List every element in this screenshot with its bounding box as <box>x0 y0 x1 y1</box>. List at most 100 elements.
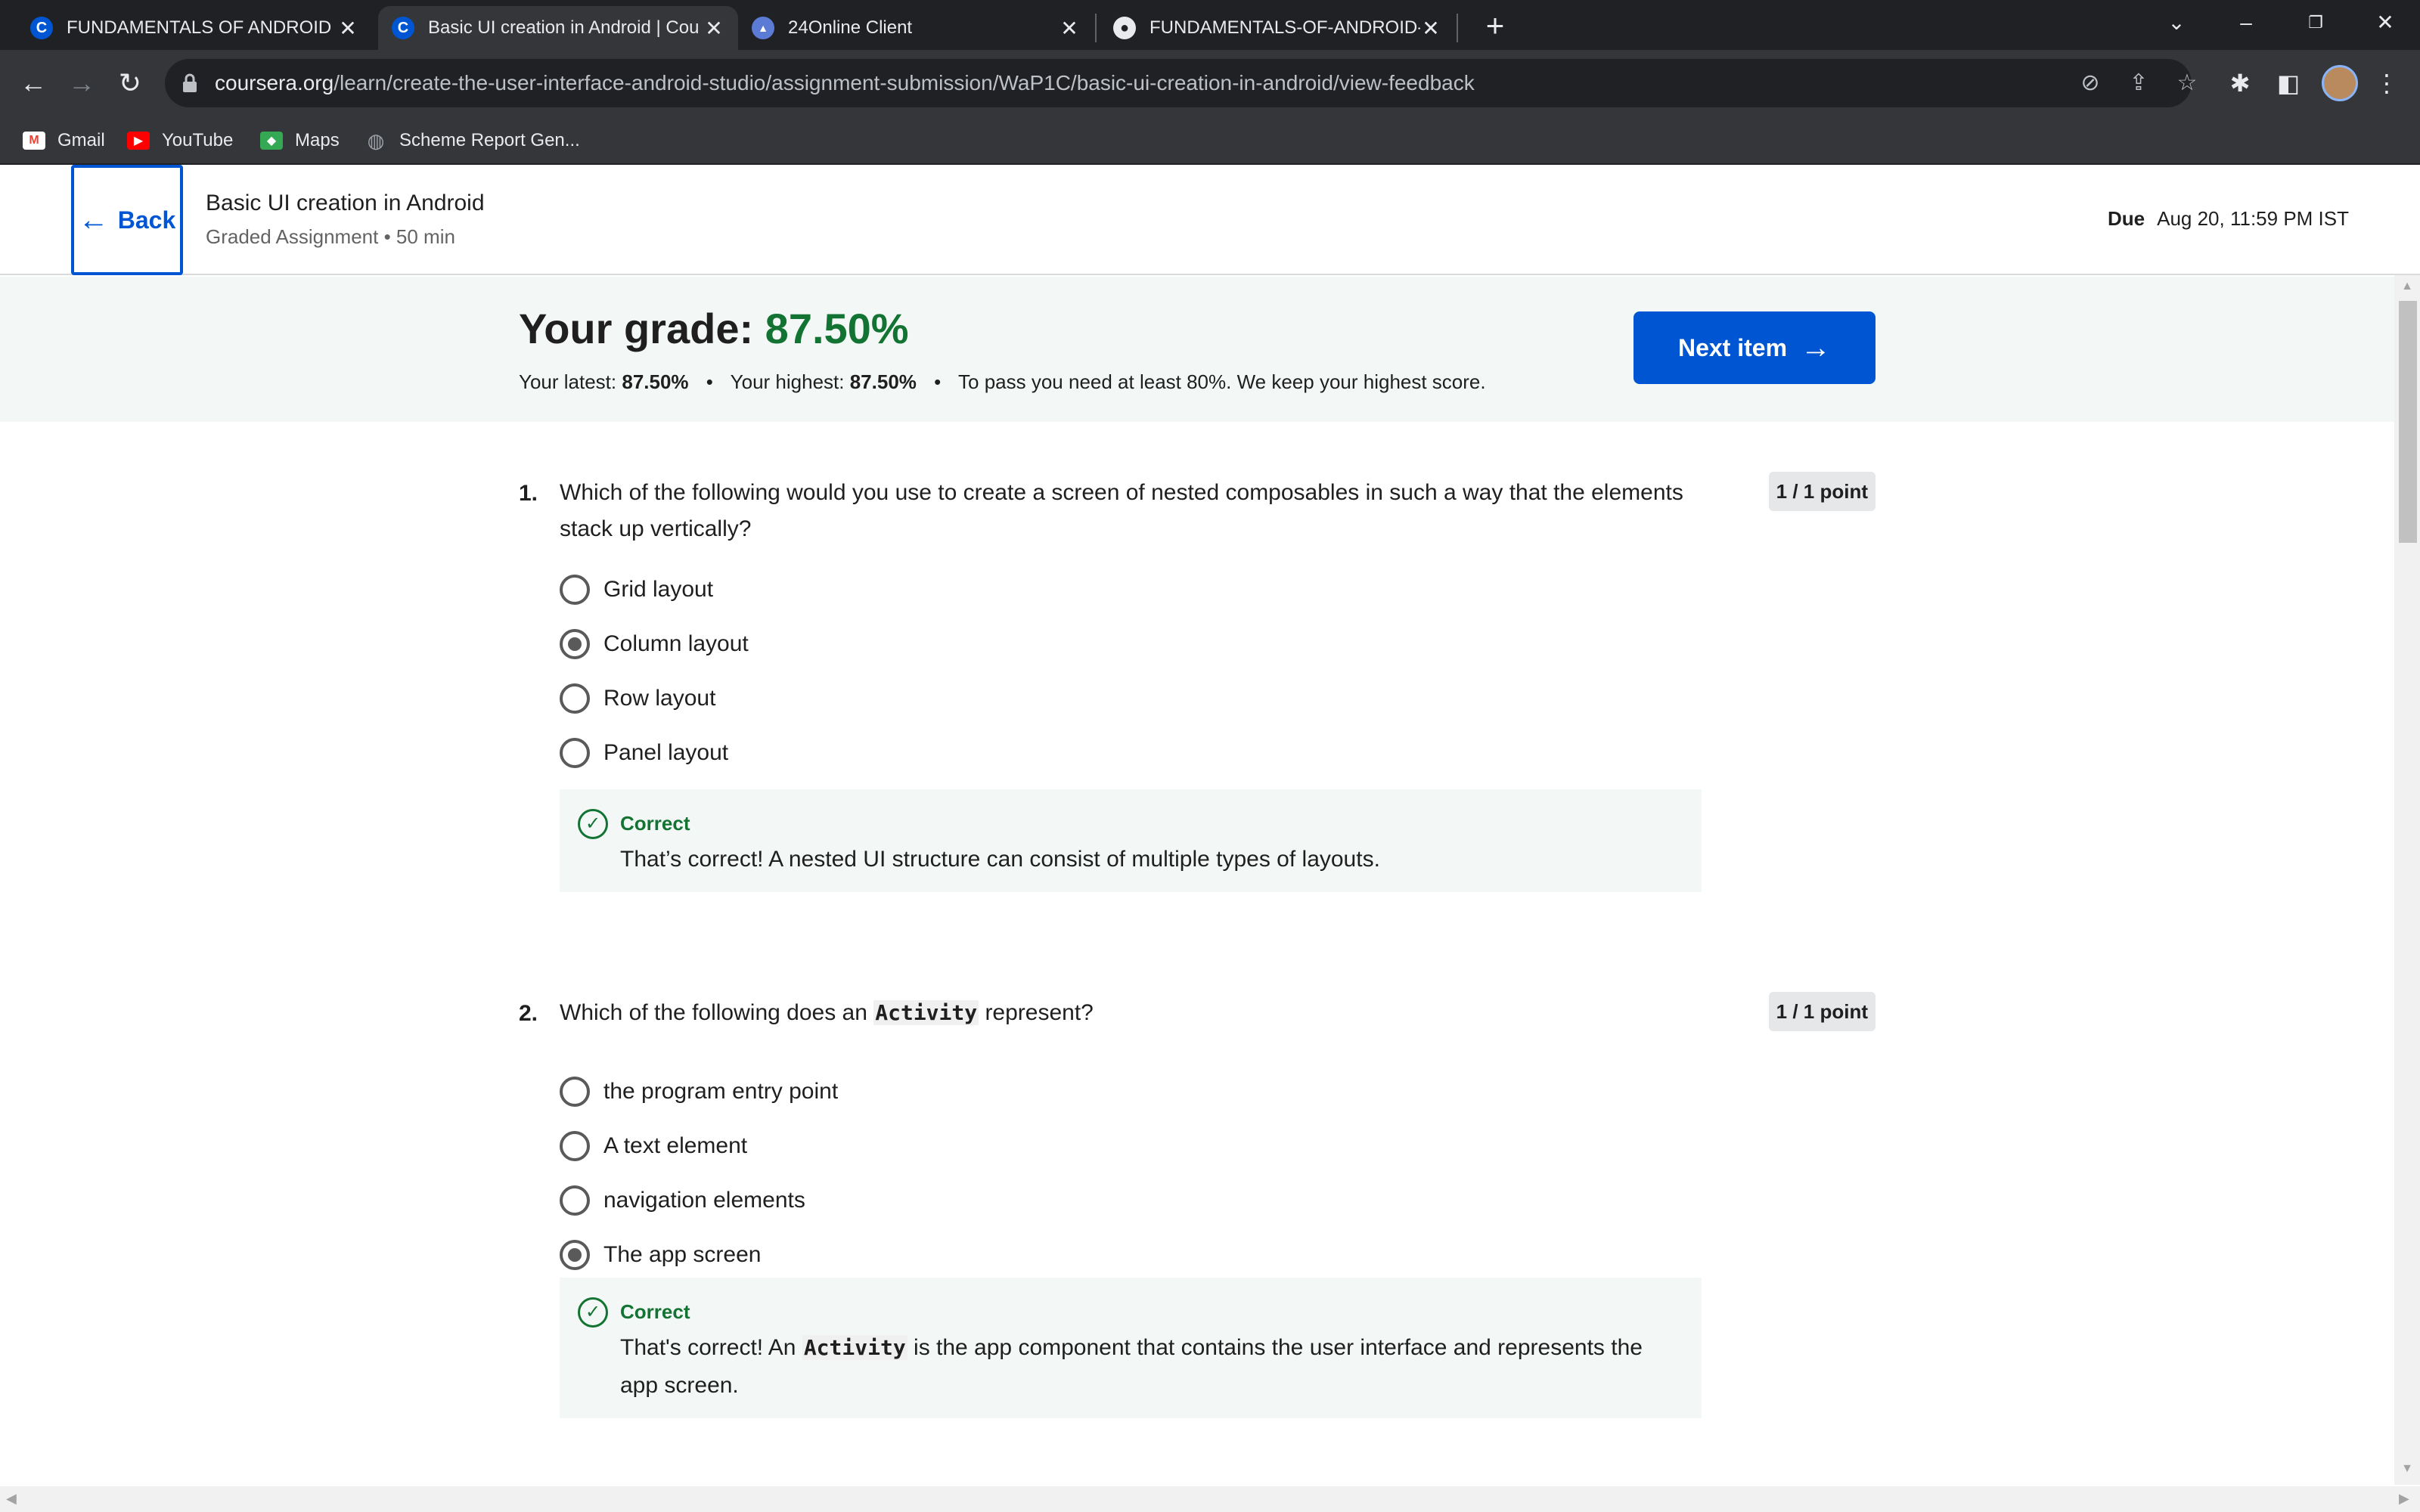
option-label: Column layout <box>603 631 749 656</box>
close-tab-icon[interactable]: ✕ <box>1420 16 1441 41</box>
back-label: Back <box>117 206 176 234</box>
question-text: Which of the following would you use to … <box>560 480 1683 541</box>
question-1: 1. Which of the following would you use … <box>519 472 1876 892</box>
reload-icon[interactable]: ↻ <box>109 62 151 104</box>
tab-fundamentals-android[interactable]: C FUNDAMENTALS OF ANDROID :: ✕ <box>17 6 372 50</box>
url-text: coursera.org/learn/create-the-user-inter… <box>215 71 1475 95</box>
assignment-title: Basic UI creation in Android <box>206 191 485 215</box>
next-item-label: Next item <box>1677 333 1788 361</box>
github-icon: ● <box>1113 17 1136 39</box>
horizontal-scrollbar[interactable]: ◀ ▶ <box>0 1486 2420 1512</box>
tab-search-icon[interactable]: ⌄ <box>2142 0 2211 45</box>
due-date: Due Aug 20, 11:59 PM IST <box>2108 207 2349 231</box>
latest-value: 87.50% <box>622 370 689 393</box>
profile-avatar[interactable] <box>2322 65 2358 101</box>
scroll-down-icon[interactable]: ▼ <box>2394 1462 2420 1480</box>
scroll-right-icon[interactable]: ▶ <box>2399 1491 2409 1507</box>
separator-dot: • <box>706 370 713 393</box>
grade-label: Your grade: <box>519 305 754 352</box>
tab-github-fundamentals[interactable]: ● FUNDAMENTALS-OF-ANDROID- ✕ <box>1100 6 1455 50</box>
option-label: Panel layout <box>603 740 729 765</box>
option-panel-layout[interactable]: Panel layout <box>560 736 728 770</box>
browser-tab-bar: C FUNDAMENTALS OF ANDROID :: ✕ C Basic U… <box>0 0 2420 50</box>
pass-note: To pass you need at least 80%. We keep y… <box>958 370 1486 393</box>
feedback-text-part: That's correct! An <box>620 1335 802 1360</box>
browser-toolbar: ← → ↻ coursera.org/learn/create-the-user… <box>0 50 2420 116</box>
address-bar[interactable]: coursera.org/learn/create-the-user-inter… <box>165 59 2197 107</box>
tab-divider <box>1457 14 1458 42</box>
bookmark-youtube[interactable]: ▶ YouTube <box>127 127 233 154</box>
scrollbar-thumb[interactable] <box>2399 301 2417 543</box>
option-app-screen[interactable]: The app screen <box>560 1238 761 1272</box>
highest-label: Your highest: <box>730 370 845 393</box>
radio-button-selected[interactable] <box>560 1240 590 1270</box>
option-text-element[interactable]: A text element <box>560 1129 747 1163</box>
option-label: Grid layout <box>603 577 714 602</box>
new-tab-icon[interactable]: + <box>1476 8 1514 45</box>
option-label: Row layout <box>603 686 716 711</box>
tab-basic-ui-creation[interactable]: C Basic UI creation in Android | Cou ✕ <box>378 6 738 50</box>
assignment-header: ← Back Basic UI creation in Android Grad… <box>0 165 2420 275</box>
extensions-icon[interactable]: ✱ <box>2223 67 2257 100</box>
globe-icon: ◍ <box>367 129 385 152</box>
maps-icon: ◆ <box>260 132 283 150</box>
radio-button[interactable] <box>560 1131 590 1161</box>
question-2: 2. Which of the following does an Activi… <box>519 992 1876 1424</box>
tab-24online-client[interactable]: ▲ 24Online Client ✕ <box>738 6 1094 50</box>
window-close-icon[interactable]: ✕ <box>2350 0 2420 45</box>
separator-dot: • <box>934 370 942 393</box>
option-column-layout[interactable]: Column layout <box>560 627 749 661</box>
tab-title: 24Online Client <box>788 17 913 38</box>
radio-button[interactable] <box>560 1077 590 1107</box>
close-tab-icon[interactable]: ✕ <box>703 16 724 41</box>
scroll-up-icon[interactable]: ▲ <box>2394 280 2420 298</box>
radio-button[interactable] <box>560 683 590 714</box>
tab-divider <box>1095 14 1097 42</box>
next-item-button[interactable]: Next item → <box>1634 311 1876 384</box>
forward-arrow-icon[interactable]: → <box>60 62 103 104</box>
restore-icon[interactable]: ❐ <box>2281 0 2350 45</box>
bookmark-maps[interactable]: ◆ Maps <box>260 127 340 154</box>
feedback-label: Correct <box>620 812 690 835</box>
points-badge: 1 / 1 point <box>1768 992 1876 1031</box>
option-label: navigation elements <box>603 1188 805 1213</box>
bookmark-gmail[interactable]: M Gmail <box>23 127 105 154</box>
question-text: Which of the following does an Activity … <box>560 995 1694 1031</box>
scroll-left-icon[interactable]: ◀ <box>6 1491 17 1507</box>
check-circle-icon: ✓ <box>578 1297 608 1328</box>
grade-heading: Your grade: 87.50% <box>519 304 909 353</box>
menu-dots-icon[interactable]: ⋮ <box>2370 67 2403 100</box>
url-path: /learn/create-the-user-interface-android… <box>334 71 1475 94</box>
share-icon[interactable]: ⇪ <box>2124 68 2154 98</box>
due-value: Aug 20, 11:59 PM IST <box>2157 207 2349 230</box>
close-tab-icon[interactable]: ✕ <box>337 16 358 41</box>
24online-icon: ▲ <box>752 17 774 39</box>
radio-button-selected[interactable] <box>560 629 590 659</box>
url-host: coursera.org <box>215 71 334 94</box>
question-number: 1. <box>519 481 538 506</box>
radio-button[interactable] <box>560 575 590 605</box>
bookmark-label: Maps <box>295 130 340 150</box>
option-grid-layout[interactable]: Grid layout <box>560 573 713 606</box>
back-button[interactable]: ← Back <box>71 165 183 275</box>
bookmark-label: Gmail <box>57 130 105 150</box>
option-navigation-elements[interactable]: navigation elements <box>560 1184 805 1217</box>
back-arrow-icon[interactable]: ← <box>12 62 54 104</box>
assignment-meta: Graded Assignment • 50 min <box>206 225 455 248</box>
option-label: The app screen <box>603 1242 762 1267</box>
option-label: A text element <box>603 1133 748 1158</box>
option-label: the program entry point <box>603 1079 839 1104</box>
grade-summary: Your latest: 87.50% • Your highest: 87.5… <box>519 370 1486 394</box>
close-tab-icon[interactable]: ✕ <box>1059 16 1080 41</box>
side-panel-icon[interactable]: ◧ <box>2272 67 2305 100</box>
option-row-layout[interactable]: Row layout <box>560 682 715 715</box>
bookmark-star-icon[interactable]: ☆ <box>2172 68 2202 98</box>
radio-button[interactable] <box>560 738 590 768</box>
bookmark-scheme-report[interactable]: ◍ Scheme Report Gen... <box>365 127 580 154</box>
tab-title: Basic UI creation in Android | Cou <box>428 17 700 38</box>
option-program-entry-point[interactable]: the program entry point <box>560 1075 838 1108</box>
minimize-icon[interactable]: – <box>2211 0 2281 45</box>
eye-off-icon[interactable]: ⊘ <box>2075 68 2105 98</box>
vertical-scrollbar[interactable]: ▲ ▼ <box>2394 275 2420 1485</box>
radio-button[interactable] <box>560 1185 590 1216</box>
